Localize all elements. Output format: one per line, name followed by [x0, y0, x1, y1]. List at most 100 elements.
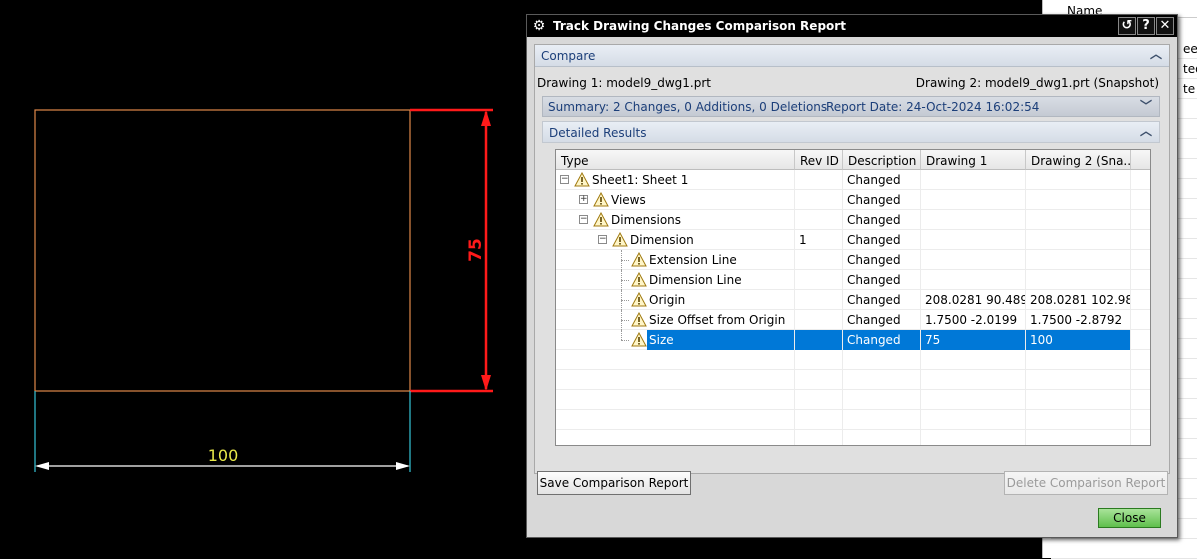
- cell-description: [843, 350, 921, 370]
- row-type-label: Extension Line: [649, 253, 737, 267]
- cell-rev-id: [795, 330, 843, 350]
- cell-drawing2: [1026, 190, 1131, 210]
- cell-spacer: [1131, 170, 1150, 190]
- warning-icon: [631, 271, 647, 287]
- table-row[interactable]: Extension Line Changed: [556, 250, 1150, 270]
- column-header-drawing1[interactable]: Drawing 1: [921, 150, 1026, 170]
- cell-spacer: [1131, 370, 1150, 390]
- cell-description: [843, 370, 921, 390]
- cell-spacer: [1131, 230, 1150, 250]
- dim-text-horizontal[interactable]: 100: [208, 446, 239, 465]
- collapse-icon[interactable]: −: [579, 215, 588, 224]
- cell-drawing2: 1.7500 -2.8792: [1026, 310, 1131, 330]
- cell-drawing1: [921, 170, 1026, 190]
- row-type-label: Views: [611, 193, 646, 207]
- column-header-type[interactable]: Type: [556, 150, 795, 170]
- detailed-results-header[interactable]: Detailed Results ︿: [542, 121, 1160, 143]
- column-header-spacer: [1131, 150, 1150, 170]
- cell-spacer: [1131, 210, 1150, 230]
- dim-text-vertical[interactable]: 75: [466, 238, 486, 262]
- close-button[interactable]: Close: [1098, 508, 1161, 528]
- list-item-label: ted: [1183, 62, 1197, 76]
- save-comparison-report-button[interactable]: Save Comparison Report: [537, 471, 691, 495]
- cell-drawing1: [921, 390, 1026, 410]
- row-type-label: Sheet1: Sheet 1: [592, 173, 689, 187]
- cell-rev-id: [795, 370, 843, 390]
- cell-drawing2: [1026, 170, 1131, 190]
- cell-rev-id: [795, 210, 843, 230]
- help-button[interactable]: ?: [1137, 17, 1155, 35]
- cell-rev-id: [795, 410, 843, 430]
- warning-icon: [631, 311, 647, 327]
- cell-drawing1: [921, 270, 1026, 290]
- chevron-up-icon[interactable]: ︿: [1149, 48, 1163, 60]
- tree-line: [621, 260, 629, 261]
- column-header-description[interactable]: Description: [843, 150, 921, 170]
- table-row[interactable]: − Sheet1: Sheet 1 Changed: [556, 170, 1150, 190]
- row-type-label: Size Offset from Origin: [649, 313, 786, 327]
- cell-type: − Dimension: [556, 230, 795, 250]
- dialog-title: Track Drawing Changes Comparison Report: [553, 19, 846, 33]
- cell-description: Changed: [843, 190, 921, 210]
- cell-drawing1: [921, 350, 1026, 370]
- cell-rev-id: [795, 390, 843, 410]
- chevron-down-icon[interactable]: ﹀: [1139, 100, 1153, 112]
- drawing1-label: Drawing 1: model9_dwg1.prt: [537, 76, 711, 90]
- delete-comparison-report-button[interactable]: Delete Comparison Report: [1004, 471, 1168, 495]
- table-row[interactable]: − Dimensions Changed: [556, 210, 1150, 230]
- table-row[interactable]: Size Changed 75 100: [556, 330, 1150, 350]
- drawing2-label: Drawing 2: model9_dwg1.prt (Snapshot): [915, 76, 1159, 90]
- cell-type: Extension Line: [556, 250, 795, 270]
- cell-description: Changed: [843, 210, 921, 230]
- cell-drawing1: [921, 430, 1026, 445]
- cell-type: − Dimensions: [556, 210, 795, 230]
- table-row[interactable]: Origin Changed 208.0281 90.4895 208.0281 10…: [556, 290, 1150, 310]
- collapse-icon[interactable]: −: [560, 175, 569, 184]
- row-type-label: Size: [647, 330, 794, 350]
- row-type-label: Dimension Line: [649, 273, 742, 287]
- cell-drawing1: [921, 190, 1026, 210]
- chevron-up-icon[interactable]: ︿: [1139, 125, 1153, 137]
- list-item: [1051, 539, 1197, 559]
- expand-icon[interactable]: +: [579, 195, 588, 204]
- summary-bar[interactable]: Summary: 2 Changes, 0 Additions, 0 Delet…: [542, 96, 1160, 117]
- cell-spacer: [1131, 390, 1150, 410]
- cell-description: Changed: [843, 250, 921, 270]
- collapse-icon[interactable]: −: [598, 235, 607, 244]
- reset-button[interactable]: ↺: [1118, 17, 1136, 35]
- cell-description: Changed: [843, 290, 921, 310]
- cell-spacer: [1131, 270, 1150, 290]
- column-header-rev-id[interactable]: Rev ID: [795, 150, 843, 170]
- cell-drawing1: 208.0281 90.4895: [921, 290, 1026, 310]
- tree-line: [621, 280, 629, 281]
- cell-type: − Sheet1: Sheet 1: [556, 170, 795, 190]
- compare-section-header[interactable]: Compare ︿: [535, 45, 1169, 67]
- cell-description: Changed: [843, 270, 921, 290]
- cell-drawing1: [921, 370, 1026, 390]
- column-header-drawing2[interactable]: Drawing 2 (Sna...: [1026, 150, 1131, 170]
- dialog-titlebar[interactable]: ⚙ Track Drawing Changes Comparison Repor…: [527, 15, 1177, 37]
- gear-icon[interactable]: ⚙: [531, 18, 547, 34]
- comparison-report-dialog: ⚙ Track Drawing Changes Comparison Repor…: [526, 14, 1178, 538]
- row-type-label: Origin: [649, 293, 686, 307]
- cell-drawing1: [921, 210, 1026, 230]
- cell-description: Changed: [843, 230, 921, 250]
- table-row[interactable]: + Views Changed: [556, 190, 1150, 210]
- cell-rev-id: [795, 170, 843, 190]
- cell-description: [843, 430, 921, 445]
- cell-drawing1: [921, 410, 1026, 430]
- cell-rev-id: [795, 350, 843, 370]
- tree-line: [621, 320, 629, 321]
- close-icon[interactable]: ✕: [1156, 17, 1174, 35]
- results-table[interactable]: Type Rev ID Description Drawing 1 Drawin…: [555, 149, 1151, 446]
- tree-line: [621, 340, 629, 341]
- table-row[interactable]: − Dimension 1 Changed: [556, 230, 1150, 250]
- warning-icon: [612, 231, 628, 247]
- table-row[interactable]: Dimension Line Changed: [556, 270, 1150, 290]
- cell-drawing1: [921, 230, 1026, 250]
- table-row[interactable]: Size Offset from Origin Changed 1.7500 -2.…: [556, 310, 1150, 330]
- cell-drawing2: [1026, 210, 1131, 230]
- cell-type: [556, 370, 795, 390]
- cell-type: [556, 430, 795, 445]
- cell-description: Changed: [843, 170, 921, 190]
